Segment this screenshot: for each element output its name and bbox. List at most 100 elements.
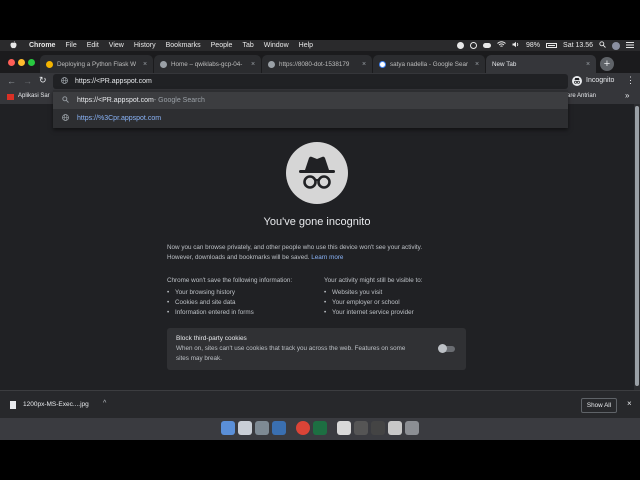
menu-bookmarks[interactable]: Bookmarks bbox=[166, 42, 201, 49]
menu-history[interactable]: History bbox=[134, 42, 156, 49]
close-window-button[interactable] bbox=[8, 59, 15, 66]
suggestion-url[interactable]: https://%3Cpr.appspot.com bbox=[53, 110, 568, 127]
show-all-button[interactable]: Show All bbox=[581, 398, 617, 413]
incognito-logo-icon bbox=[286, 142, 348, 204]
suggestion-search[interactable]: https://<PR.appspot.com - Google Search bbox=[53, 92, 568, 109]
menu-edit[interactable]: Edit bbox=[87, 42, 99, 49]
omnibox-suggestions: https://<PR.appspot.com - Google Search … bbox=[53, 90, 568, 128]
contacts-icon[interactable] bbox=[337, 421, 351, 435]
back-arrow-icon[interactable]: ← bbox=[7, 76, 16, 86]
cookie-description: When on, sites can't use cookies that tr… bbox=[176, 344, 441, 364]
close-icon[interactable]: × bbox=[584, 61, 592, 68]
learn-more-link[interactable]: Learn more bbox=[311, 254, 343, 261]
tab-qwiklabs-home[interactable]: Home – qwiklabs-gcp-04- × bbox=[154, 55, 261, 73]
suggestion-text: https://<PR.appspot.com bbox=[77, 97, 154, 104]
battery-percent: 98% bbox=[526, 42, 541, 49]
address-bar[interactable]: https://<PR.appspot.com bbox=[53, 74, 568, 89]
menu-tab[interactable]: Tab bbox=[242, 42, 253, 49]
reload-icon[interactable]: ↻ bbox=[39, 75, 47, 85]
intro-text: Now you can browse privately, and other … bbox=[167, 243, 467, 263]
cookie-title: Block third-party cookies bbox=[176, 335, 247, 342]
mac-menubar: Chrome File Edit View History Bookmarks … bbox=[0, 40, 640, 51]
forward-arrow-icon[interactable]: → bbox=[23, 76, 32, 86]
apple-icon[interactable] bbox=[10, 40, 17, 51]
scrollbar-thumb[interactable] bbox=[635, 106, 639, 386]
tab-deploying-flask[interactable]: Deploying a Python Flask W × bbox=[40, 55, 153, 73]
launchpad-icon[interactable] bbox=[238, 421, 252, 435]
tab-new-tab[interactable]: New Tab × bbox=[486, 55, 596, 73]
menu-view[interactable]: View bbox=[109, 42, 124, 49]
minimize-window-button[interactable] bbox=[18, 59, 25, 66]
user-avatar-icon[interactable] bbox=[612, 41, 620, 50]
list-item: Websites you visit bbox=[324, 288, 474, 298]
tab-favicon-icon bbox=[46, 60, 53, 68]
list-item: Your browsing history bbox=[167, 288, 317, 298]
bookmark-app-icon bbox=[7, 94, 14, 100]
incognito-label[interactable]: Incognito bbox=[586, 77, 614, 84]
still-visible-title: Your activity might still be visible to: bbox=[324, 277, 423, 284]
chevron-up-icon[interactable]: ^ bbox=[103, 400, 106, 407]
list-item: Your internet service provider bbox=[324, 308, 474, 318]
bookmarks-overflow-icon[interactable]: » bbox=[625, 91, 629, 100]
downloads-bar: 1200px-MS-Exec....jpg ^ Show All × bbox=[0, 390, 640, 419]
menu-help[interactable]: Help bbox=[299, 42, 313, 49]
file-icon bbox=[10, 401, 16, 409]
app-store-icon[interactable] bbox=[272, 421, 286, 435]
stop-icon[interactable] bbox=[457, 42, 465, 49]
tab-title: satya nadella - Google Sear bbox=[390, 60, 469, 68]
menu-window[interactable]: Window bbox=[264, 42, 289, 49]
preview-icon[interactable] bbox=[388, 421, 402, 435]
wifi-icon[interactable] bbox=[497, 41, 506, 50]
kebab-menu-icon[interactable]: ⋮ bbox=[626, 75, 635, 85]
list-item: Your employer or school bbox=[324, 298, 474, 308]
omnibox-globe-icon bbox=[53, 77, 75, 86]
tab-favicon-icon bbox=[160, 60, 167, 68]
block-cookies-toggle[interactable] bbox=[438, 344, 455, 353]
cloud-icon[interactable] bbox=[483, 43, 492, 48]
finder-icon[interactable] bbox=[221, 421, 235, 435]
maximize-window-button[interactable] bbox=[28, 59, 35, 66]
download-filename[interactable]: 1200px-MS-Exec....jpg bbox=[23, 401, 89, 408]
close-icon[interactable]: × bbox=[360, 61, 368, 68]
still-visible-section: Your activity might still be visible to:… bbox=[324, 276, 474, 318]
excel-icon[interactable] bbox=[313, 421, 327, 435]
trash-icon[interactable] bbox=[405, 421, 419, 435]
omnibox-input[interactable]: https://<PR.appspot.com bbox=[75, 78, 152, 85]
chrome-icon[interactable] bbox=[296, 421, 310, 435]
incognito-avatar-icon[interactable] bbox=[572, 76, 582, 86]
tab-favicon-icon bbox=[268, 60, 275, 68]
tab-title: Home – qwiklabs-gcp-04- bbox=[171, 60, 243, 68]
search-icon[interactable] bbox=[599, 41, 606, 50]
page-scrollbar[interactable] bbox=[634, 104, 640, 390]
not-saved-title: Chrome won't save the following informat… bbox=[167, 277, 293, 284]
menu-people[interactable]: People bbox=[211, 42, 233, 49]
tab-google-search[interactable]: satya nadella - Google Sear × bbox=[373, 55, 485, 73]
list-item: Cookies and site data bbox=[167, 298, 317, 308]
notification-list-icon[interactable] bbox=[626, 41, 634, 50]
close-icon[interactable]: × bbox=[473, 61, 481, 68]
close-icon[interactable]: × bbox=[141, 61, 149, 68]
close-icon[interactable]: × bbox=[627, 399, 632, 408]
battery-icon[interactable] bbox=[546, 43, 558, 48]
new-tab-button[interactable]: + bbox=[600, 57, 614, 71]
clock[interactable]: Sat 13.56 bbox=[563, 42, 593, 49]
bookmark-antrian[interactable]: are Antrian bbox=[567, 93, 596, 99]
intro-line-2: However, downloads and bookmarks will be… bbox=[167, 254, 310, 261]
tab-title: New Tab bbox=[492, 60, 517, 68]
search-icon bbox=[53, 96, 77, 105]
not-saved-section: Chrome won't save the following informat… bbox=[167, 276, 317, 318]
list-item: Information entered in forms bbox=[167, 308, 317, 318]
tab-title: https://8080-dot-1538179 bbox=[279, 60, 350, 68]
menu-chrome[interactable]: Chrome bbox=[29, 42, 55, 49]
volume-icon[interactable] bbox=[512, 41, 520, 50]
close-icon[interactable]: × bbox=[249, 61, 257, 68]
intro-line-1: Now you can browse privately, and other … bbox=[167, 244, 423, 251]
record-icon[interactable] bbox=[470, 42, 478, 49]
photos-icon[interactable] bbox=[354, 421, 368, 435]
system-preferences-icon[interactable] bbox=[255, 421, 269, 435]
google-icon bbox=[379, 60, 386, 68]
finder-window-icon[interactable] bbox=[371, 421, 385, 435]
tab-8080-preview[interactable]: https://8080-dot-1538179 × bbox=[262, 55, 372, 73]
bookmark-aplikasi[interactable]: Aplikasi Sar bbox=[18, 93, 50, 99]
menu-file[interactable]: File bbox=[65, 42, 76, 49]
